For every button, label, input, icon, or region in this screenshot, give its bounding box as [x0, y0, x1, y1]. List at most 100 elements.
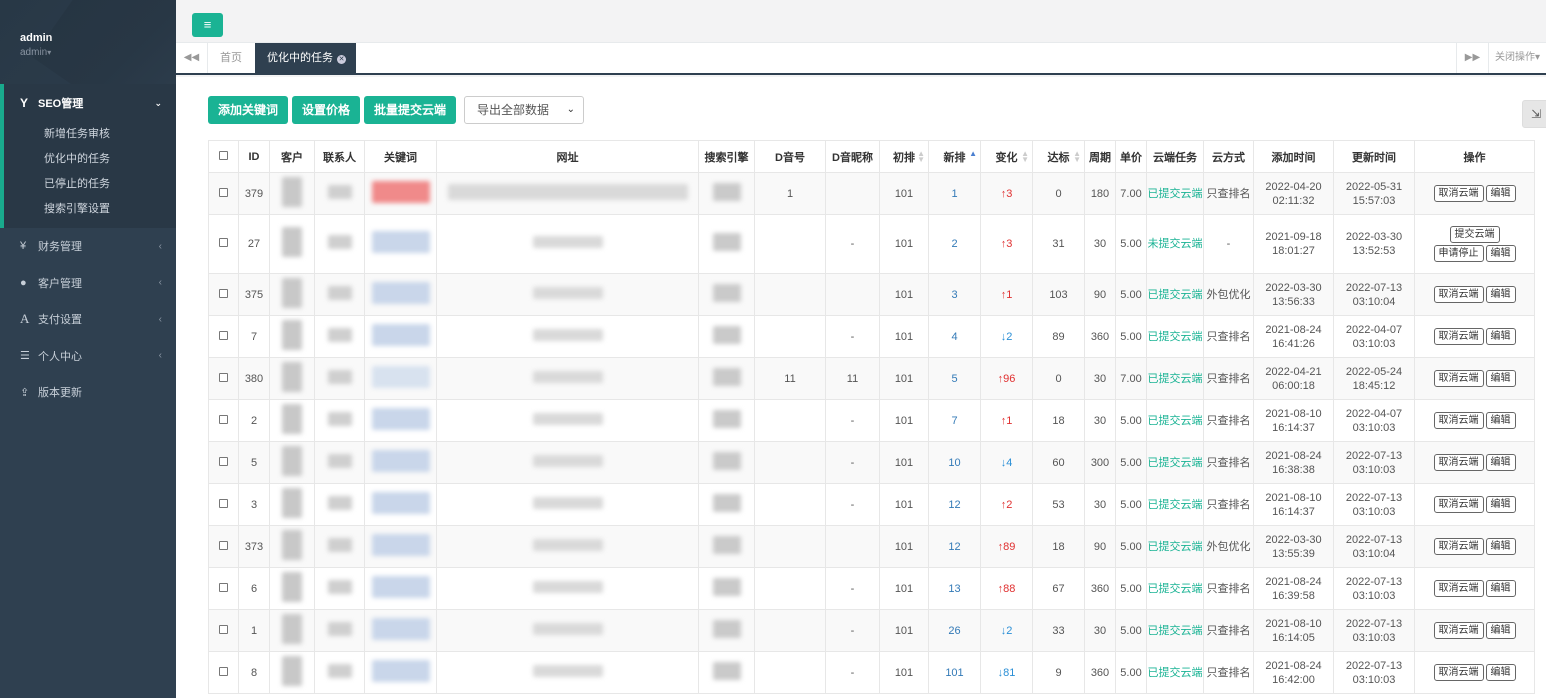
nav-payment-label: 支付设置	[38, 314, 82, 327]
cell-new-rank[interactable]: 26	[928, 609, 981, 652]
cell-cloud-task[interactable]: 已提交云端	[1146, 525, 1204, 568]
row-checkbox[interactable]	[208, 399, 239, 442]
sidebar: admin admin▾ Y SEO管理 ⌄ 新增任务审核 优化中的任务 已停止…	[0, 0, 176, 698]
cell-new-rank[interactable]: 10	[928, 441, 981, 484]
tab-home[interactable]: 首页	[208, 43, 254, 73]
cell-cloud-task[interactable]: 已提交云端	[1146, 357, 1204, 400]
cell-new-rank[interactable]: 4	[928, 315, 981, 358]
row-checkbox[interactable]	[208, 483, 239, 526]
cell-cloud-task[interactable]: 已提交云端	[1146, 315, 1204, 358]
cell-added-time: 2021-08-24 16:42:00	[1253, 651, 1334, 694]
edit-button[interactable]: 编辑	[1485, 412, 1516, 429]
edit-button[interactable]: 编辑	[1485, 496, 1516, 513]
nav-search-engine-settings[interactable]: 搜索引擎设置	[4, 197, 176, 222]
row-checkbox[interactable]	[208, 273, 239, 316]
cell-new-rank[interactable]: 101	[928, 651, 981, 694]
export-select[interactable]: 导出全部数据 ⌄	[464, 96, 585, 124]
nav-personal-center[interactable]: ☰ 个人中心 ‹	[0, 338, 176, 375]
cancel-cloud-button[interactable]: 取消云端	[1433, 328, 1484, 345]
cancel-cloud-button[interactable]: 取消云端	[1433, 286, 1484, 303]
nav-customers[interactable]: ● 客户管理 ‹	[0, 265, 176, 302]
edit-button[interactable]: 编辑	[1485, 580, 1516, 597]
tab-scroll-left-button[interactable]: ◀◀	[176, 43, 208, 73]
cell-new-rank[interactable]: 1	[928, 172, 981, 215]
nav-stopped-tasks[interactable]: 已停止的任务	[4, 172, 176, 197]
row-checkbox[interactable]	[208, 441, 239, 484]
select-all-checkbox[interactable]	[208, 140, 239, 173]
edit-button[interactable]: 编辑	[1485, 328, 1516, 345]
set-price-button[interactable]: 设置价格	[292, 96, 361, 124]
export-icon-button[interactable]: ⇲	[1522, 100, 1546, 128]
cell-cloud-task[interactable]: 已提交云端	[1146, 441, 1204, 484]
nav-optimizing-tasks[interactable]: 优化中的任务	[4, 147, 176, 172]
nav-seo-management[interactable]: Y SEO管理 ⌄	[4, 84, 176, 122]
cancel-cloud-button[interactable]: 取消云端	[1433, 538, 1484, 555]
row-checkbox[interactable]	[208, 357, 239, 400]
close-operations-dropdown[interactable]: 关闭操作▾	[1488, 43, 1546, 73]
cancel-cloud-button[interactable]: 取消云端	[1433, 664, 1484, 681]
cell-cloud-task[interactable]: 已提交云端	[1146, 609, 1204, 652]
edit-button[interactable]: 编辑	[1485, 245, 1516, 262]
cell-new-rank[interactable]: 13	[928, 567, 981, 610]
cell-new-rank[interactable]: 2	[928, 214, 981, 274]
request-stop-button[interactable]: 申请停止	[1433, 245, 1484, 262]
cell-url	[436, 214, 699, 274]
edit-button[interactable]: 编辑	[1485, 538, 1516, 555]
cell-cloud-task[interactable]: 已提交云端	[1146, 567, 1204, 610]
edit-button[interactable]: 编辑	[1485, 622, 1516, 639]
cell-new-rank[interactable]: 12	[928, 483, 981, 526]
row-checkbox[interactable]	[208, 609, 239, 652]
row-checkbox[interactable]	[208, 651, 239, 694]
edit-button[interactable]: 编辑	[1485, 454, 1516, 471]
cell-cloud-task[interactable]: 已提交云端	[1146, 399, 1204, 442]
col-change[interactable]: 变化 ▲ ▼	[980, 140, 1033, 173]
cell-id: 373	[238, 525, 270, 568]
nav-version-update[interactable]: ⇪ 版本更新	[0, 374, 176, 411]
col-reached[interactable]: 达标 ▲ ▼	[1032, 140, 1085, 173]
cell-new-rank[interactable]: 5	[928, 357, 981, 400]
cancel-cloud-button[interactable]: 取消云端	[1433, 580, 1484, 597]
cell-change: ↓2	[980, 315, 1033, 358]
row-checkbox[interactable]	[208, 315, 239, 358]
cell-new-rank[interactable]: 3	[928, 273, 981, 316]
cancel-cloud-button[interactable]: 取消云端	[1433, 412, 1484, 429]
tab-scroll-right-button[interactable]: ▶▶	[1456, 43, 1488, 73]
cell-cloud-task[interactable]: 已提交云端	[1146, 483, 1204, 526]
edit-button[interactable]: 编辑	[1485, 370, 1516, 387]
row-checkbox[interactable]	[208, 214, 239, 274]
cell-new-rank[interactable]: 12	[928, 525, 981, 568]
submit-cloud-button[interactable]: 提交云端	[1449, 226, 1500, 243]
row-checkbox[interactable]	[208, 172, 239, 215]
edit-button[interactable]: 编辑	[1485, 664, 1516, 681]
cell-cloud-task[interactable]: 已提交云端	[1146, 273, 1204, 316]
cancel-cloud-button[interactable]: 取消云端	[1433, 185, 1484, 202]
col-new-rank[interactable]: 新排 ▲	[928, 140, 981, 173]
edit-button[interactable]: 编辑	[1485, 286, 1516, 303]
batch-submit-cloud-button[interactable]: 批量提交云端	[364, 96, 457, 124]
cancel-cloud-button[interactable]: 取消云端	[1433, 370, 1484, 387]
cell-new-rank[interactable]: 7	[928, 399, 981, 442]
cancel-cloud-button[interactable]: 取消云端	[1433, 454, 1484, 471]
cell-contact	[314, 172, 365, 215]
cancel-cloud-button[interactable]: 取消云端	[1433, 622, 1484, 639]
row-checkbox[interactable]	[208, 567, 239, 610]
cell-cloud-task[interactable]: 已提交云端	[1146, 651, 1204, 694]
menu-toggle-button[interactable]: ≡	[192, 13, 223, 37]
edit-button[interactable]: 编辑	[1485, 185, 1516, 202]
col-actions: 操作	[1414, 140, 1535, 173]
nav-new-task-review[interactable]: 新增任务审核	[4, 122, 176, 147]
col-id[interactable]: ID	[238, 140, 270, 173]
row-checkbox[interactable]	[208, 525, 239, 568]
add-keyword-button[interactable]: 添加关键词	[208, 96, 289, 124]
tab-optimizing-tasks[interactable]: 优化中的任务 ✕	[255, 43, 356, 73]
cell-cloud-task[interactable]: 未提交云端	[1146, 214, 1204, 274]
nav-finance[interactable]: ¥ 财务管理 ‹	[0, 228, 176, 265]
cancel-cloud-button[interactable]: 取消云端	[1433, 496, 1484, 513]
nav-payment-settings[interactable]: A 支付设置 ‹	[0, 301, 176, 338]
user-role-dropdown[interactable]: admin▾	[20, 47, 176, 58]
col-initial-rank[interactable]: 初排 ▲ ▼	[879, 140, 929, 173]
cell-cloud-task[interactable]: 已提交云端	[1146, 172, 1204, 215]
table-row: 375 101 3 ↑1 103 90 5.00 已提交云端 外包优化 2022-03-30 13…	[208, 273, 1535, 316]
tab-close-icon[interactable]: ✕	[337, 55, 346, 64]
cell-keyword	[364, 525, 437, 568]
